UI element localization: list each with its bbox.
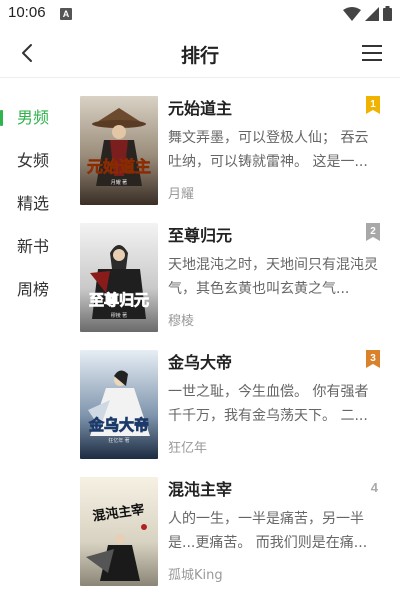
book-description: 一世之耻，今生血偿。 你有强者千千万，我有金乌荡天下。 二... [168, 384, 369, 424]
book-cover: 元始道主 月耀 著 [80, 96, 158, 205]
status-time: 10:06 [8, 4, 46, 21]
book-cover-image: 元始道主 月耀 著 [80, 96, 158, 205]
ribbon-icon: 2 [366, 223, 380, 241]
signal-icon [365, 6, 379, 21]
battery-icon [383, 6, 392, 21]
sidebar-item-label: 精选 [17, 194, 50, 213]
book-title: 金乌大帝 [168, 353, 233, 372]
ribbon-icon: 1 [366, 96, 380, 114]
book-item[interactable]: 混沌主宰 混沌主宰 人的一生，一半是痛苦，另一半是...更痛苦。 而我们则是在痛… [80, 477, 400, 601]
book-info: 至尊归元 天地混沌之时，天地间只有混沌灵气，其色玄黄也叫玄黄之气... 穆棱 [168, 223, 380, 331]
status-icons [343, 6, 392, 21]
notification-icon: A [60, 8, 72, 20]
book-cover: 混沌主宰 [80, 477, 158, 586]
rank-badge-bronze: 3 [366, 350, 380, 368]
book-author: 狂亿年 [168, 441, 208, 456]
cover-author-text: 穆棱 著 [111, 312, 127, 319]
book-title: 至尊归元 [168, 226, 233, 245]
book-author: 孤城King [168, 568, 223, 583]
status-bar: 10:06 A [0, 0, 400, 28]
book-title: 混沌主宰 [168, 480, 233, 499]
book-cover: 金乌大帝 狂亿年 著 [80, 350, 158, 459]
book-item[interactable]: 至尊归元 穆棱 著 至尊归元 天地混沌之时，天地间只有混沌灵气，其色玄黄也叫玄黄… [80, 223, 400, 350]
book-title: 元始道主 [168, 99, 233, 118]
cover-title-text: 元始道主 [87, 157, 151, 176]
hamburger-menu-icon [362, 45, 382, 61]
book-cover-image: 混沌主宰 [80, 477, 158, 586]
book-cover-image: 至尊归元 穆棱 著 [80, 223, 158, 332]
rank-badge-gold: 1 [366, 96, 380, 114]
sidebar-item-label: 周榜 [17, 280, 50, 299]
book-item[interactable]: 金乌大帝 狂亿年 著 金乌大帝 一世之耻，今生血偿。 你有强者千千万，我有金乌荡… [80, 350, 400, 477]
book-info: 混沌主宰 人的一生，一半是痛苦，另一半是...更痛苦。 而我们则是在痛... 孤… [168, 477, 380, 585]
book-info: 元始道主 舞文弄墨，可以登极人仙； 吞云吐纳，可以铸就雷神。 这是一... 月耀 [168, 96, 380, 204]
book-author: 穆棱 [168, 314, 195, 329]
book-cover-image: 金乌大帝 狂亿年 著 [80, 350, 158, 459]
sidebar-item-female[interactable]: 女频 [0, 139, 70, 182]
title-bar: 排行 [0, 28, 400, 78]
book-author: 月耀 [168, 187, 195, 202]
page-title: 排行 [180, 45, 219, 67]
sidebar-item-featured[interactable]: 精选 [0, 182, 70, 225]
sidebar-item-label: 新书 [17, 237, 50, 256]
sidebar-item-weekly[interactable]: 周榜 [0, 268, 70, 311]
book-item[interactable]: 元始道主 月耀 著 元始道主 舞文弄墨，可以登极人仙； 吞云吐纳，可以铸就雷神。… [80, 96, 400, 223]
sidebar-item-label: 女频 [17, 151, 50, 170]
rank-number: 4 [370, 480, 378, 495]
sidebar-item-label: 男频 [17, 108, 50, 127]
book-info: 金乌大帝 一世之耻，今生血偿。 你有强者千千万，我有金乌荡天下。 二... 狂亿… [168, 350, 380, 458]
book-description: 人的一生，一半是痛苦，另一半是...更痛苦。 而我们则是在痛... [168, 511, 368, 551]
ribbon-icon: 3 [366, 350, 380, 368]
wifi-icon [343, 6, 361, 21]
book-list: 元始道主 月耀 著 元始道主 舞文弄墨，可以登极人仙； 吞云吐纳，可以铸就雷神。… [80, 96, 400, 601]
book-cover: 至尊归元 穆棱 著 [80, 223, 158, 332]
cover-title-text: 金乌大帝 [88, 416, 149, 434]
sidebar-item-new[interactable]: 新书 [0, 225, 70, 268]
sidebar-item-male[interactable]: 男频 [0, 96, 70, 139]
menu-button[interactable] [360, 41, 384, 65]
rank-number: 2 [370, 226, 376, 237]
rank-number: 3 [370, 353, 376, 364]
book-description: 天地混沌之时，天地间只有混沌灵气，其色玄黄也叫玄黄之气... [168, 257, 378, 297]
category-sidebar: 男频 女频 精选 新书 周榜 [0, 79, 70, 601]
rank-number: 1 [370, 99, 376, 110]
book-description: 舞文弄墨，可以登极人仙； 吞云吐纳，可以铸就雷神。 这是一... [168, 130, 369, 170]
cover-author-text: 狂亿年 著 [108, 437, 129, 444]
cover-title-text: 至尊归元 [89, 291, 149, 309]
rank-badge-silver: 2 [366, 223, 380, 241]
cover-author-text: 月耀 著 [111, 179, 127, 186]
